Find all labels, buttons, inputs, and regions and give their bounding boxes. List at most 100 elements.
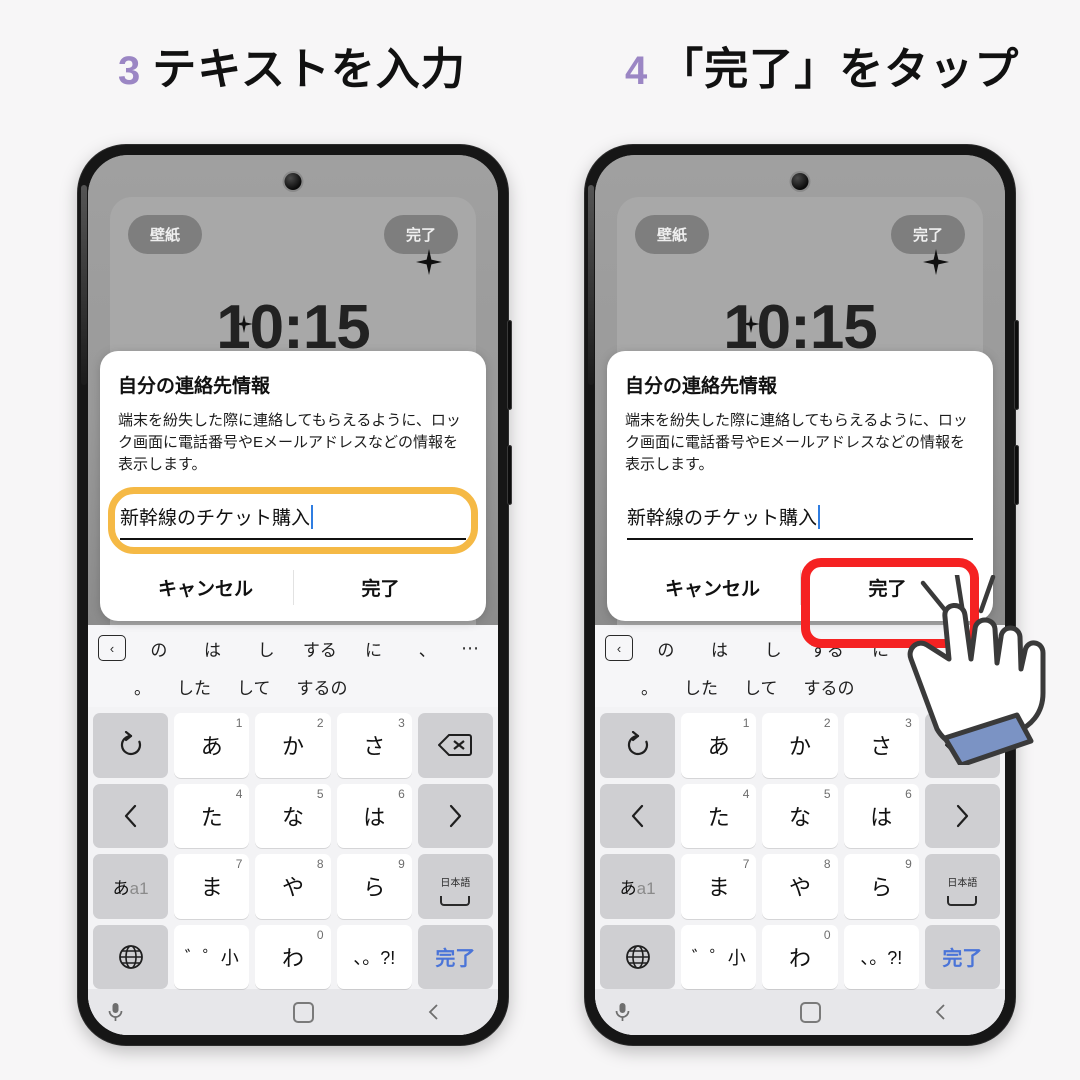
key-ka[interactable]: か2 [255, 713, 331, 778]
suggestion-item[interactable]: して [237, 674, 271, 699]
mic-icon[interactable] [595, 1002, 745, 1022]
key-ha[interactable]: は6 [843, 783, 919, 848]
cursor-left-key[interactable] [600, 783, 676, 848]
dialog-body: 端末を紛失した際に連絡してもらえるように、ロック画面に電話番号やEメールアドレス… [625, 412, 968, 473]
back-icon[interactable] [875, 1002, 1005, 1022]
key-wa[interactable]: わ0 [255, 924, 331, 989]
key-sa[interactable]: さ3 [336, 713, 412, 778]
key-wa[interactable]: わ0 [762, 924, 838, 989]
suggestion-item[interactable]: の [639, 636, 693, 661]
step-number-3: 3 [118, 49, 141, 93]
keyboard-row: ゛゜小わ 0、。?! 完了 [93, 924, 494, 989]
system-navigation-bar [595, 989, 1005, 1035]
lockscreen-done-button[interactable]: 完了 [890, 215, 965, 254]
space-key[interactable]: 日本語 [924, 854, 1001, 919]
contact-input[interactable]: 新幹線のチケット購入 [120, 501, 466, 541]
dialog-actions: キャンセル 完了 [118, 556, 468, 621]
key-ma[interactable]: ま7 [681, 854, 757, 919]
key-ta[interactable]: た4 [174, 783, 250, 848]
suggestion-item[interactable]: は [186, 636, 240, 661]
volume-button[interactable] [507, 320, 512, 410]
key-number-hint: 6 [398, 786, 405, 801]
wallpaper-button[interactable]: 壁紙 [635, 215, 710, 254]
key-ya[interactable]: や8 [762, 854, 838, 919]
lockscreen-done-button[interactable]: 完了 [383, 215, 458, 254]
suggestion-item[interactable]: するの [804, 674, 855, 699]
cursor-right-key[interactable] [417, 783, 494, 848]
suggestion-item[interactable]: するの [297, 674, 348, 699]
contact-input[interactable]: 新幹線のチケット購入 [627, 501, 973, 541]
key-number-hint: 8 [316, 857, 324, 871]
suggestion-item[interactable]: し [746, 636, 800, 661]
power-button[interactable] [1014, 445, 1019, 505]
step-heading-4: 4 「完了」をタップ [625, 48, 1019, 92]
undo-key[interactable] [600, 713, 676, 778]
key-ra[interactable]: ら9 [336, 854, 412, 919]
mic-icon[interactable] [88, 1002, 238, 1022]
suggestion-item[interactable]: して [744, 674, 778, 699]
enter-done-key[interactable]: 完了 [924, 924, 1001, 989]
key-number-hint: 0 [316, 927, 324, 942]
key-na[interactable]: な5 [762, 783, 838, 848]
key-ta[interactable]: た4 [681, 783, 757, 848]
volume-button[interactable] [1014, 320, 1019, 410]
key-ma[interactable]: ま7 [174, 854, 250, 919]
collapse-suggestions-icon[interactable]: ‹ [98, 635, 126, 661]
key-ya[interactable]: や8 [255, 854, 331, 919]
key-sa[interactable]: さ3 [843, 713, 919, 778]
suggestion-item[interactable]: の [132, 636, 186, 661]
dialog-confirm-button[interactable]: 完了 [293, 556, 468, 621]
suggestion-item[interactable]: した [684, 674, 718, 699]
suggestion-item[interactable]: した [177, 674, 211, 699]
globe-key[interactable] [600, 924, 676, 989]
key-ha[interactable]: は6 [336, 783, 412, 848]
dialog-title: 自分の連絡先情報 [625, 376, 778, 397]
punctuation-key[interactable]: 、。?! [336, 924, 412, 989]
back-icon[interactable] [368, 1002, 498, 1022]
dakuten-key[interactable]: ゛゜小 [681, 924, 757, 989]
key-ka[interactable]: か2 [762, 713, 838, 778]
input-mode-key[interactable]: あa1 [600, 854, 676, 919]
cursor-left-key[interactable] [93, 783, 169, 848]
more-suggestions-icon[interactable]: ⋯ [454, 638, 488, 659]
home-icon[interactable] [745, 1001, 875, 1023]
enter-done-key[interactable]: 完了 [417, 924, 494, 989]
backspace-key[interactable] [924, 713, 1001, 778]
key-ra[interactable]: ら9 [843, 854, 919, 919]
key-na[interactable]: な5 [255, 783, 331, 848]
suggestion-item[interactable]: し [239, 636, 293, 661]
power-button[interactable] [507, 445, 512, 505]
suggestion-item[interactable]: 、 [907, 636, 961, 661]
suggestion-item[interactable]: 。 [134, 674, 151, 699]
suggestion-item[interactable]: 、 [400, 636, 454, 661]
suggestion-item[interactable]: に [854, 636, 908, 661]
key-a[interactable]: あ1 [681, 713, 757, 778]
key-number-hint: 2 [316, 716, 324, 730]
keyboard-row: あa1 ま 7 や 8 ら 9 日本語 [600, 854, 1001, 919]
dialog-cancel-button[interactable]: キャンセル [625, 556, 800, 621]
key-number-hint: 4 [235, 786, 243, 801]
wallpaper-button[interactable]: 壁紙 [128, 215, 203, 254]
input-mode-key[interactable]: あa1 [93, 854, 169, 919]
dialog-confirm-button[interactable]: 完了 [800, 556, 975, 621]
more-suggestions-icon[interactable]: ⋯ [961, 638, 995, 659]
suggestion-item[interactable]: する [293, 636, 347, 661]
punctuation-key[interactable]: 、。?! [843, 924, 919, 989]
key-a[interactable]: あ1 [174, 713, 250, 778]
space-key[interactable]: 日本語 [417, 854, 494, 919]
undo-key[interactable] [93, 713, 169, 778]
cursor-right-key[interactable] [924, 783, 1001, 848]
dakuten-key[interactable]: ゛゜小 [174, 924, 250, 989]
globe-key[interactable] [93, 924, 169, 989]
suggestion-item[interactable]: する [800, 636, 854, 661]
collapse-suggestions-icon[interactable]: ‹ [605, 635, 633, 661]
dialog-cancel-button[interactable]: キャンセル [118, 556, 293, 621]
key-number-hint: 2 [823, 716, 831, 730]
suggestion-item[interactable]: 。 [641, 674, 658, 699]
suggestion-item[interactable]: に [347, 636, 401, 661]
contact-input-wrapper: 新幹線のチケット購入 [625, 497, 975, 550]
suggestion-item[interactable]: は [693, 636, 747, 661]
backspace-key[interactable] [417, 713, 494, 778]
home-icon[interactable] [238, 1001, 368, 1023]
key-number-hint: 9 [398, 857, 405, 871]
